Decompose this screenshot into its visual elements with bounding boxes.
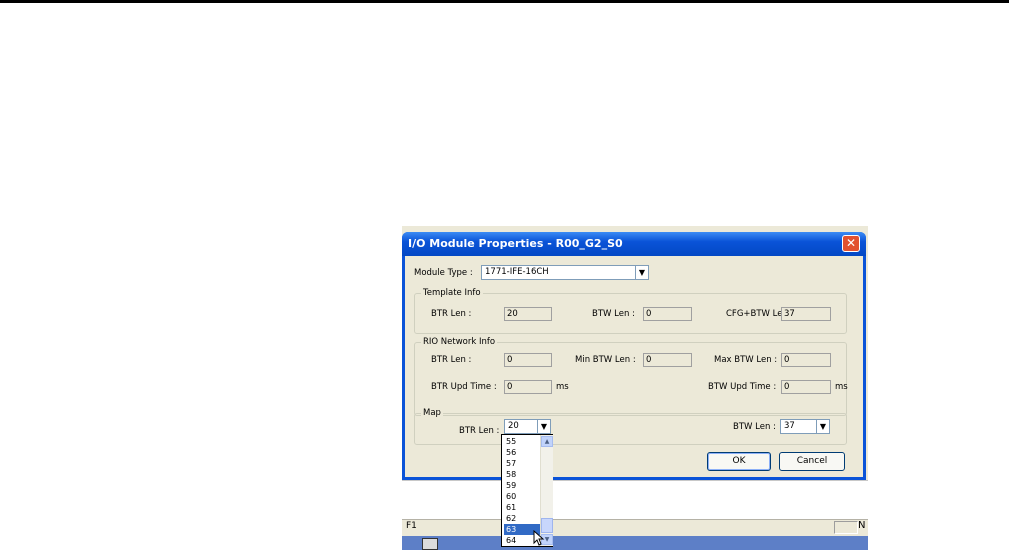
rio-min-btw-len-label: Min BTW Len :	[575, 355, 636, 365]
taskbar-strip	[402, 536, 868, 550]
template-info-title: Template Info	[421, 288, 483, 298]
scroll-up-arrow-icon[interactable]: ▲	[541, 436, 553, 447]
rio-btw-upd-time-unit: ms	[835, 382, 848, 392]
application-workspace	[402, 480, 868, 519]
dropdown-option[interactable]: 56	[504, 447, 542, 458]
rio-btw-upd-time-field: 0	[781, 380, 831, 394]
map-btr-len-value: 20	[508, 421, 519, 431]
dropdown-option[interactable]: 58	[504, 469, 542, 480]
page-top-rule	[0, 0, 1009, 3]
template-btr-len-field: 20	[504, 307, 552, 321]
chevron-down-icon[interactable]: ▼	[537, 420, 550, 433]
chevron-down-icon[interactable]: ▼	[635, 266, 648, 279]
taskbar-button[interactable]	[422, 538, 438, 550]
application-lower-area: F1 N	[402, 480, 868, 550]
module-type-value: 1771-IFE-16CH	[485, 267, 549, 277]
dropdown-option[interactable]: 59	[504, 480, 542, 491]
map-btr-len-label: BTR Len :	[459, 426, 500, 436]
rio-btr-upd-time-unit: ms	[556, 382, 569, 392]
map-btw-len-value: 37	[784, 421, 795, 431]
template-btw-len-label: BTW Len :	[592, 309, 635, 319]
rio-btr-len-label: BTR Len :	[431, 355, 472, 365]
template-info-group: Template Info BTR Len : 20 BTW Len : 0 C…	[414, 288, 847, 334]
dropdown-option[interactable]: 61	[504, 502, 542, 513]
template-btw-len-field: 0	[643, 307, 692, 321]
dropdown-option[interactable]: 55	[504, 436, 542, 447]
rio-btr-len-field: 0	[504, 353, 552, 367]
rio-network-info-title: RIO Network Info	[421, 337, 498, 347]
mouse-pointer-icon	[533, 530, 545, 546]
status-bar: F1 N	[402, 519, 868, 535]
dialog-client-area: Module Type : 1771-IFE-16CH ▼ Template I…	[405, 256, 863, 477]
rio-network-info-group: RIO Network Info BTR Len : 0 Min BTW Len…	[414, 337, 848, 416]
dialog-title-bar[interactable]: I/O Module Properties - R00_G2_S0 ✕	[402, 232, 866, 256]
status-bar-cell	[834, 521, 858, 534]
map-btw-len-label: BTW Len :	[733, 422, 776, 432]
cancel-button[interactable]: Cancel	[779, 452, 845, 471]
map-btr-len-dropdown-list[interactable]: 55 56 57 58 59 60 61 62 63 64 ▲ ▼	[501, 434, 553, 547]
rio-btr-upd-time-label: BTR Upd Time :	[431, 382, 497, 392]
rio-max-btw-len-label: Max BTW Len :	[714, 355, 778, 365]
map-btr-len-select[interactable]: 20 ▼	[504, 419, 551, 434]
module-type-select[interactable]: 1771-IFE-16CH ▼	[481, 265, 649, 280]
rio-max-btw-len-field: 0	[781, 353, 831, 367]
close-icon: ✕	[845, 236, 857, 250]
module-type-label: Module Type :	[414, 268, 473, 278]
dropdown-option[interactable]: 62	[504, 513, 542, 524]
template-cfg-btw-len-field: 37	[781, 307, 831, 321]
chevron-down-icon[interactable]: ▼	[816, 420, 829, 433]
io-module-properties-dialog: I/O Module Properties - R00_G2_S0 ✕ Modu…	[402, 232, 866, 480]
template-btr-len-label: BTR Len :	[431, 309, 472, 319]
rio-min-btw-len-field: 0	[643, 353, 692, 367]
close-button[interactable]: ✕	[842, 235, 860, 252]
dialog-title: I/O Module Properties - R00_G2_S0	[408, 237, 623, 250]
map-btw-len-select[interactable]: 37 ▼	[780, 419, 830, 434]
rio-btr-upd-time-field: 0	[504, 380, 552, 394]
dropdown-option[interactable]: 57	[504, 458, 542, 469]
dropdown-option[interactable]: 60	[504, 491, 542, 502]
status-bar-mode-text: N	[858, 520, 866, 531]
ok-button[interactable]: OK	[707, 452, 771, 471]
map-title: Map	[421, 408, 443, 418]
rio-btw-upd-time-label: BTW Upd Time :	[708, 382, 777, 392]
status-bar-help-text: F1	[406, 521, 417, 531]
